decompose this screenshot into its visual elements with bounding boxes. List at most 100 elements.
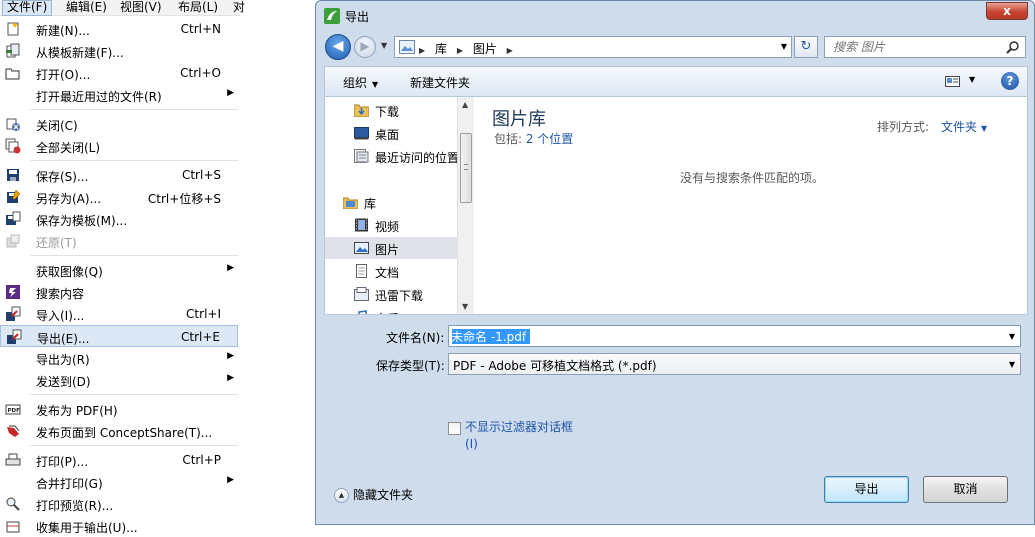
menu-item-send-to[interactable]: 发送到(D) ▶	[0, 369, 238, 391]
menu-separator	[30, 109, 238, 110]
save-form: 文件名(N): ▼ 保存类型(T): PDF - Adobe 可移植文档格式 (…	[316, 315, 1034, 524]
library-locations-link[interactable]: 2 个位置	[526, 132, 573, 146]
menu-item-new[interactable]: 新建(N)... Ctrl+N	[0, 18, 238, 40]
nav-item-libraries[interactable]: 库	[325, 191, 457, 213]
nav-item-xunlei-downloads[interactable]: 迅雷下载	[325, 283, 457, 305]
refresh-icon[interactable]: ↻	[794, 36, 818, 58]
menu-item-collect-for-output[interactable]: 收集用于输出(U)...	[0, 515, 238, 537]
menu-item-import[interactable]: 导入(I)... Ctrl+I	[0, 303, 238, 325]
arrange-by-dropdown[interactable]: 文件夹 ▼	[941, 118, 987, 135]
cancel-button[interactable]: 取消	[923, 476, 1008, 503]
breadcrumb-item[interactable]: 库	[435, 42, 447, 56]
documents-library-icon	[356, 264, 367, 278]
nav-item-pictures[interactable]: 图片	[325, 237, 457, 259]
view-options-button[interactable]: ▼	[945, 74, 981, 90]
hide-filter-dialog-label[interactable]: 不显示过滤器对话框 (I)	[465, 419, 573, 453]
print-preview-icon	[6, 497, 20, 511]
menu-item-print-preview[interactable]: 打印预览(R)...	[0, 493, 238, 515]
address-dropdown-icon[interactable]: ▼	[781, 42, 787, 51]
nav-item-recent-places[interactable]: 最近访问的位置	[325, 145, 457, 167]
hide-filter-dialog-checkbox[interactable]	[448, 422, 461, 435]
menu-item-shortcut: Ctrl+I	[186, 307, 221, 321]
search-input[interactable]	[825, 37, 1003, 57]
menu-item-conceptshare[interactable]: 发布页面到 ConceptShare(T)...	[0, 420, 238, 442]
menu-item-shortcut: Ctrl+S	[181, 168, 221, 182]
menu-item-label: 打开最近用过的文件(R)	[36, 90, 162, 104]
menu-item-label: 导出为(R)	[36, 353, 90, 367]
dialog-titlebar[interactable]: 导出 x	[316, 1, 1034, 31]
pictures-library-icon	[399, 40, 415, 54]
close-button[interactable]: x	[986, 2, 1028, 20]
filename-combobox[interactable]: ▼	[448, 325, 1021, 347]
back-arrow-icon[interactable]: ◀	[325, 34, 351, 60]
svg-text:PDF: PDF	[8, 408, 21, 414]
menu-item-save-as[interactable]: 另存为(A)... Ctrl+位移+S	[0, 186, 238, 208]
menu-item-save[interactable]: 保存(S)... Ctrl+S	[0, 164, 238, 186]
arrange-by-value: 文件夹	[941, 120, 978, 134]
menu-item-shortcut: Ctrl+O	[180, 66, 221, 80]
chevron-down-icon: ▼	[969, 75, 976, 84]
close-all-icon	[5, 138, 21, 154]
save-template-icon	[6, 211, 21, 225]
scrollbar-thumb[interactable]	[460, 133, 472, 203]
menu-item-open[interactable]: 打开(O)... Ctrl+O	[0, 62, 238, 84]
hide-folders-toggle[interactable]: ▲ 隐藏文件夹	[334, 486, 413, 503]
submenu-arrow-icon: ▶	[227, 351, 234, 361]
scroll-down-arrow-icon[interactable]: ▼	[462, 302, 468, 311]
search-icon[interactable]	[1006, 40, 1020, 54]
history-dropdown-icon[interactable]: ▼	[381, 41, 387, 50]
nav-item-downloads[interactable]: 下载	[325, 99, 457, 121]
export-button[interactable]: 导出	[824, 476, 909, 503]
nav-item-documents[interactable]: 文档	[325, 260, 457, 282]
menu-item-open-recent[interactable]: 打开最近用过的文件(R) ▶	[0, 84, 238, 106]
menu-item-print[interactable]: 打印(P)... Ctrl+P	[0, 449, 238, 471]
menu-arrange[interactable]: 对	[229, 0, 249, 16]
menu-item-label: 打印(P)...	[36, 455, 89, 469]
nav-item-music[interactable]: 音乐	[325, 306, 457, 314]
menu-item-new-from-template[interactable]: 从模板新建(F)...	[0, 40, 238, 62]
chevron-down-icon[interactable]: ▼	[1009, 332, 1015, 341]
menu-layout[interactable]: 布局(L)	[174, 0, 222, 16]
menu-separator	[30, 445, 238, 446]
breadcrumb-item[interactable]: 图片	[473, 42, 497, 56]
menu-item-acquire-image[interactable]: 获取图像(Q) ▶	[0, 259, 238, 281]
menu-item-print-merge[interactable]: 合并打印(G) ▶	[0, 471, 238, 493]
filetype-select[interactable]: PDF - Adobe 可移植文档格式 (*.pdf) ▼	[448, 353, 1021, 375]
menu-item-close[interactable]: 关闭(C)	[0, 113, 238, 135]
collect-output-icon	[6, 521, 20, 533]
menu-item-export[interactable]: 导出(E)... Ctrl+E	[0, 325, 238, 347]
address-bar[interactable]: ▶ 库 ▶ 图片 ▶ ▼	[394, 36, 792, 58]
menu-item-save-as-template[interactable]: 保存为模板(M)...	[0, 208, 238, 230]
nav-item-videos[interactable]: 视频	[325, 214, 457, 236]
menu-item-export-as[interactable]: 导出为(R) ▶	[0, 347, 238, 369]
menu-view[interactable]: 视图(V)	[116, 0, 166, 16]
navigation-scrollbar[interactable]: ▲ ▼	[457, 97, 474, 314]
menu-file[interactable]: 文件(F)	[2, 0, 53, 16]
breadcrumb-chevron-icon[interactable]: ▶	[507, 46, 513, 55]
forward-arrow-icon[interactable]: ▶	[354, 36, 376, 58]
menu-edit[interactable]: 编辑(E)	[62, 0, 111, 16]
checkbox-label-line: 不显示过滤器对话框	[465, 420, 574, 434]
checkbox-label-mnemonic: (I)	[465, 437, 478, 451]
filename-field[interactable]	[451, 327, 996, 345]
menu-item-label: 打开(O)...	[36, 68, 91, 82]
search-box[interactable]	[824, 36, 1026, 58]
breadcrumb-chevron-icon[interactable]: ▶	[457, 46, 463, 55]
filetype-value: PDF - Adobe 可移植文档格式 (*.pdf)	[453, 359, 657, 373]
navigation-bar: ◀ ▶ ▼ ▶ 库 ▶ 图片 ▶ ▼ ↻	[316, 31, 1034, 63]
breadcrumb-chevron-icon[interactable]: ▶	[419, 46, 425, 55]
downloads-folder-icon	[354, 104, 369, 117]
menu-item-search-content[interactable]: 搜索内容	[0, 281, 238, 303]
organize-button[interactable]: 组织 ▼	[343, 74, 378, 91]
menu-item-close-all[interactable]: 全部关闭(L)	[0, 135, 238, 157]
scroll-up-arrow-icon[interactable]: ▲	[462, 100, 468, 109]
menu-item-shortcut: Ctrl+P	[182, 453, 221, 467]
menu-item-label: 保存为模板(M)...	[36, 214, 128, 228]
new-folder-button[interactable]: 新建文件夹	[410, 74, 470, 91]
xunlei-download-icon	[354, 287, 369, 301]
menu-item-label: 导出(E)...	[37, 332, 90, 346]
nav-item-desktop[interactable]: 桌面	[325, 122, 457, 144]
help-icon[interactable]: ?	[1001, 72, 1019, 90]
menu-item-publish-pdf[interactable]: PDF 发布为 PDF(H)	[0, 398, 238, 420]
chevron-up-icon: ▲	[334, 488, 349, 503]
